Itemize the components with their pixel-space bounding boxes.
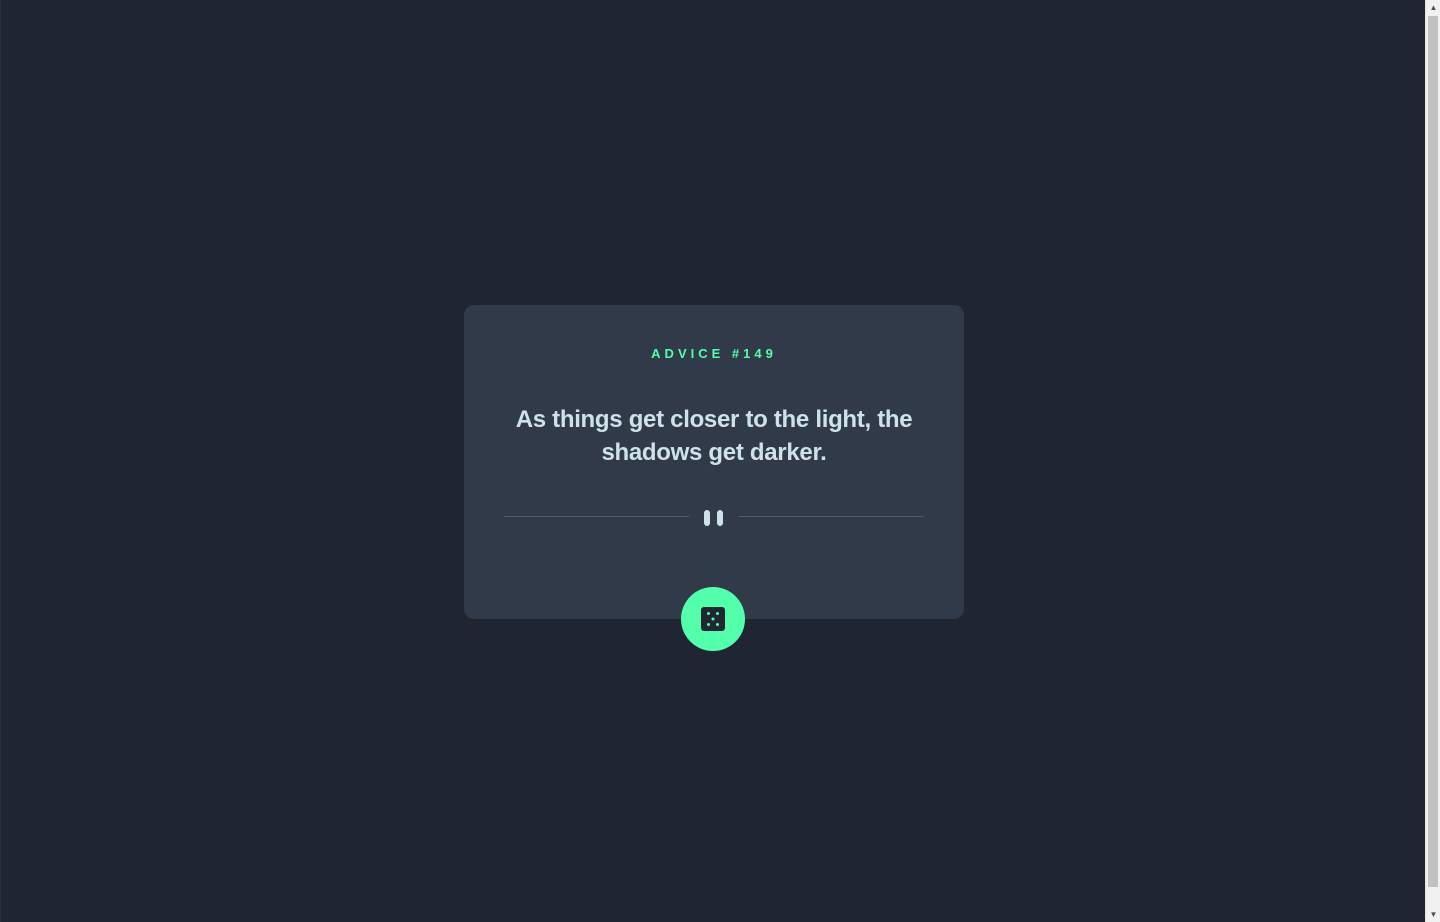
scroll-down-arrow-icon[interactable]: ▼ [1426,907,1440,922]
advice-card: ADVICE #149 As things get closer to the … [464,305,964,619]
vertical-scrollbar[interactable]: ▲ ▼ [1425,0,1440,922]
generate-advice-button[interactable] [681,587,745,651]
dice-icon [701,607,725,631]
divider-line-left [504,516,689,517]
divider-line-right [739,516,924,517]
pause-bar-left [704,510,710,526]
page-viewport: ADVICE #149 As things get closer to the … [0,0,1425,922]
advice-quote: As things get closer to the light, the s… [515,406,913,466]
pause-bar-right [717,510,723,526]
scrollbar-thumb[interactable] [1428,16,1438,887]
pattern-divider [504,507,924,527]
advice-id-label: ADVICE #149 [651,346,777,361]
pause-icon [704,508,724,526]
scroll-up-arrow-icon[interactable]: ▲ [1426,0,1440,15]
